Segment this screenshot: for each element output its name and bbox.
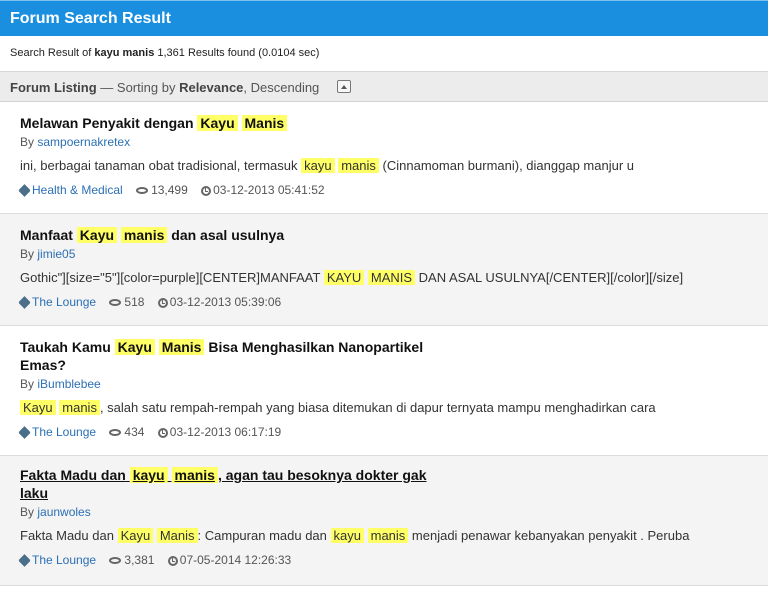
title-text: dan asal usulnya [171, 227, 285, 243]
listing-label: Forum Listing [10, 80, 97, 95]
summary-prefix: Search Result of [10, 47, 92, 59]
snippet-highlight: kayu [330, 528, 364, 543]
eye-icon [109, 429, 122, 437]
snippet-text: : Campuran madu dan [197, 528, 327, 543]
eye-icon [109, 557, 122, 565]
sort-field: Relevance [179, 80, 244, 95]
title-highlight: kayu [129, 467, 168, 483]
author-link[interactable]: jaunwoles [37, 505, 90, 519]
view-count: 518 [124, 294, 145, 309]
title-highlight: Kayu [197, 115, 238, 131]
title-highlight: Kayu [76, 227, 118, 243]
summary-query: kayu manis [94, 47, 155, 59]
sort-prefix: — Sorting by [100, 80, 176, 95]
post-date: 03-12-2013 06:17:19 [169, 424, 282, 439]
view-count: 434 [124, 424, 145, 439]
summary-results: 1,361 Results found (0.0104 sec) [157, 47, 320, 59]
result-snippet: Kayu manis, salah satu rempah-rempah yan… [20, 399, 768, 417]
eye-icon [109, 299, 122, 307]
snippet-highlight: Kayu [117, 528, 154, 543]
snippet-highlight: kayu [301, 158, 335, 173]
result-title[interactable]: Melawan Penyakit dengan Kayu Manis [20, 114, 450, 132]
result-title[interactable]: Fakta Madu dan kayu manis, agan tau beso… [20, 466, 450, 502]
result-snippet: ini, berbagai tanaman obat tradisional, … [20, 157, 768, 175]
result-meta: Health & Medical 13,499 03-12-2013 05:41… [18, 181, 768, 198]
result-author-line: By iBumblebee [20, 377, 768, 391]
tag-icon [18, 426, 31, 440]
eye-icon [136, 187, 149, 195]
category-link[interactable]: The Lounge [32, 425, 96, 439]
snippet-text: ini, berbagai tanaman obat tradisional, … [20, 158, 298, 173]
result-author-line: By jimie05 [20, 247, 768, 261]
result-meta: The Lounge 3,381 07-05-2014 12:26:33 [18, 551, 768, 568]
category-link[interactable]: Health & Medical [32, 183, 123, 197]
result-snippet: Gothic"][size="5"][color=purple][CENTER]… [20, 269, 768, 287]
title-highlight: Manis [158, 339, 205, 355]
post-date: 07-05-2014 12:26:33 [179, 552, 292, 567]
snippet-highlight: manis [59, 400, 100, 415]
result-item: Manfaat Kayu manis dan asal usulnya By j… [0, 214, 768, 326]
snippet-highlight: Kayu [20, 400, 56, 415]
forum-listing-bar: Forum Listing — Sorting by Relevance, De… [0, 72, 768, 102]
result-item: Taukah Kamu Kayu Manis Bisa Menghasilkan… [0, 326, 768, 456]
category-link[interactable]: The Lounge [32, 295, 96, 309]
result-title[interactable]: Taukah Kamu Kayu Manis Bisa Menghasilkan… [20, 338, 450, 374]
snippet-text: DAN ASAL USULNYA[/CENTER][/color][/size] [418, 270, 684, 285]
snippet-highlight: MANIS [367, 270, 416, 285]
title-highlight: manis [171, 467, 218, 483]
snippet-text: (Cinnamoman burmani), dianggap manjur u [382, 158, 634, 173]
view-count: 13,499 [151, 182, 188, 197]
clock-icon [157, 297, 168, 308]
tag-icon [18, 296, 31, 310]
author-link[interactable]: sampoernakretex [37, 135, 130, 149]
snippet-highlight: manis [367, 528, 409, 543]
category-link[interactable]: The Lounge [32, 553, 96, 567]
title-text: Fakta Madu dan [20, 467, 126, 483]
snippet-text: menjadi penawar kebanyakan penyakit . Pe… [411, 528, 690, 543]
clock-icon [167, 555, 178, 566]
result-author-line: By sampoernakretex [20, 135, 768, 149]
post-date: 03-12-2013 05:39:06 [169, 294, 282, 309]
result-item: Fakta Madu dan kayu manis, agan tau beso… [0, 456, 768, 586]
title-highlight: Manis [241, 115, 288, 131]
sort-order: , Descending [243, 80, 320, 95]
page-header: Forum Search Result [0, 0, 768, 36]
snippet-text: Gothic"][size="5"][color=purple][CENTER]… [20, 270, 321, 285]
by-label: By [20, 505, 35, 519]
by-label: By [20, 247, 35, 261]
by-label: By [20, 377, 35, 391]
result-title[interactable]: Manfaat Kayu manis dan asal usulnya [20, 226, 450, 244]
snippet-text: , salah satu rempah-rempah yang biasa di… [99, 400, 656, 415]
result-meta: The Lounge 518 03-12-2013 05:39:06 [18, 293, 768, 310]
result-author-line: By jaunwoles [20, 505, 768, 519]
post-date: 03-12-2013 05:41:52 [213, 182, 325, 197]
title-text: Taukah Kamu [20, 339, 111, 355]
collapse-icon[interactable] [337, 80, 351, 93]
snippet-highlight: KAYU [323, 270, 365, 285]
result-snippet: Fakta Madu dan Kayu Manis: Campuran madu… [20, 527, 768, 545]
title-highlight: Kayu [114, 339, 155, 355]
snippet-highlight: manis [338, 158, 379, 173]
clock-icon [201, 185, 212, 196]
title-highlight: manis [120, 227, 168, 243]
page-title: Forum Search Result [10, 10, 171, 27]
title-text: Manfaat [20, 227, 73, 243]
search-summary: Search Result of kayu manis 1,361 Result… [0, 36, 768, 72]
snippet-highlight: Manis [156, 528, 198, 543]
by-label: By [20, 135, 35, 149]
result-item: Melawan Penyakit dengan Kayu Manis By sa… [0, 102, 768, 214]
tag-icon [18, 184, 31, 198]
snippet-text: Fakta Madu dan [20, 528, 114, 543]
author-link[interactable]: jimie05 [37, 247, 75, 261]
result-meta: The Lounge 434 03-12-2013 06:17:19 [18, 423, 768, 440]
tag-icon [18, 554, 31, 568]
title-text: Melawan Penyakit dengan [20, 115, 194, 131]
author-link[interactable]: iBumblebee [37, 377, 100, 391]
view-count: 3,381 [124, 552, 155, 567]
clock-icon [157, 427, 168, 438]
